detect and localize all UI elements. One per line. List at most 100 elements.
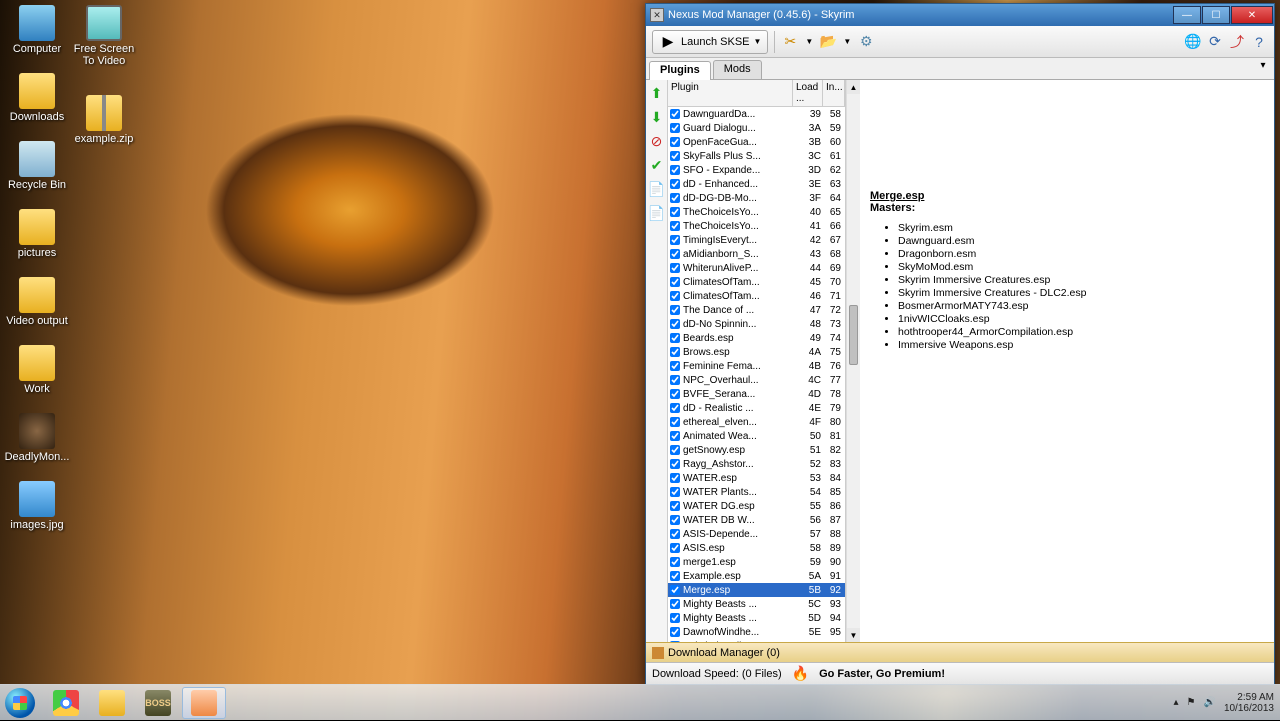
plugin-checkbox[interactable] <box>670 123 680 133</box>
plugin-checkbox[interactable] <box>670 613 680 623</box>
plugin-checkbox[interactable] <box>670 235 680 245</box>
plugin-checkbox[interactable] <box>670 431 680 441</box>
plugin-checkbox[interactable] <box>670 109 680 119</box>
globe-icon[interactable]: 🌐 <box>1184 33 1202 51</box>
tray-expand-icon[interactable]: ▴ <box>1173 697 1178 708</box>
plugin-row[interactable]: SFO - Expande...3D62 <box>668 163 845 177</box>
status-premium[interactable]: Go Faster, Go Premium! <box>819 668 945 680</box>
plugin-checkbox[interactable] <box>670 375 680 385</box>
move-down-icon[interactable]: ⬇ <box>648 108 666 126</box>
plugin-checkbox[interactable] <box>670 263 680 273</box>
export-icon[interactable]: 📄 <box>648 180 666 198</box>
tab-mods[interactable]: Mods <box>713 60 762 79</box>
plugin-row[interactable]: BVFE_Serana...4D78 <box>668 387 845 401</box>
desktop-icon[interactable]: Work <box>5 345 69 395</box>
plugin-checkbox[interactable] <box>670 501 680 511</box>
plugin-checkbox[interactable] <box>670 277 680 287</box>
import-icon[interactable]: 📄 <box>648 204 666 222</box>
plugin-checkbox[interactable] <box>670 319 680 329</box>
plugin-row[interactable]: Feminine Fema...4B76 <box>668 359 845 373</box>
desktop-icon[interactable]: Video output <box>5 277 69 327</box>
tools-icon[interactable]: ✂ <box>781 33 799 51</box>
plugin-checkbox[interactable] <box>670 557 680 567</box>
plugin-checkbox[interactable] <box>670 599 680 609</box>
plugin-row[interactable]: DawnguardDa...3958 <box>668 107 845 121</box>
plugin-checkbox[interactable] <box>670 221 680 231</box>
plugin-row[interactable]: getSnowy.esp5182 <box>668 443 845 457</box>
plugin-row[interactable]: ASIS-Depende...5788 <box>668 527 845 541</box>
plugin-row[interactable]: ASIS.esp5889 <box>668 541 845 555</box>
plugin-row[interactable]: Mighty Beasts ...5D94 <box>668 611 845 625</box>
desktop-icon[interactable]: images.jpg <box>5 481 69 531</box>
plugin-checkbox[interactable] <box>670 347 680 357</box>
plugin-checkbox[interactable] <box>670 487 680 497</box>
maximize-button[interactable]: ☐ <box>1202 6 1230 24</box>
start-button[interactable] <box>0 685 40 721</box>
chevron-down-icon[interactable]: ▼ <box>805 37 813 46</box>
plugin-checkbox[interactable] <box>670 571 680 581</box>
plugin-row[interactable]: Mighty Beasts ...5C93 <box>668 597 845 611</box>
plugin-row[interactable]: TheChoiceIsYo...4065 <box>668 205 845 219</box>
launch-button[interactable]: ▶ Launch SKSE ▼ <box>652 30 768 54</box>
desktop-icon[interactable]: Free Screen To Video <box>72 5 136 67</box>
plugin-checkbox[interactable] <box>670 403 680 413</box>
plugin-row[interactable]: ethereal_elven...4F80 <box>668 415 845 429</box>
plugin-checkbox[interactable] <box>670 515 680 525</box>
plugin-checkbox[interactable] <box>670 627 680 637</box>
plugin-row[interactable]: dD-DG-DB-Mo...3F64 <box>668 191 845 205</box>
col-index[interactable]: In... <box>823 80 845 106</box>
plugin-row[interactable]: dD-No Spinnin...4873 <box>668 317 845 331</box>
taskbar-boss[interactable]: BOSS <box>136 687 180 719</box>
plugin-row[interactable]: WATER DB W...5687 <box>668 513 845 527</box>
plugin-checkbox[interactable] <box>670 151 680 161</box>
tray-flag-icon[interactable]: ⚑ <box>1187 697 1196 708</box>
plugin-row[interactable]: ClimatesOfTam...4570 <box>668 275 845 289</box>
plugin-row[interactable]: OpenFaceGua...3B60 <box>668 135 845 149</box>
plugin-row[interactable]: NPC_Overhaul...4C77 <box>668 373 845 387</box>
plugin-row[interactable]: WhiterunAliveP...4469 <box>668 261 845 275</box>
plugin-row[interactable]: TheChoiceIsYo...4166 <box>668 219 845 233</box>
plugin-scrollbar[interactable]: ▲ ▼ <box>846 80 860 642</box>
plugin-row[interactable]: WATER DG.esp5586 <box>668 499 845 513</box>
desktop-icon[interactable]: Computer <box>5 5 69 55</box>
folder-open-icon[interactable]: 📂 <box>819 33 837 51</box>
col-plugin[interactable]: Plugin <box>668 80 793 106</box>
plugin-row[interactable]: Guard Dialogu...3A59 <box>668 121 845 135</box>
plugin-checkbox[interactable] <box>670 305 680 315</box>
minimize-button[interactable]: — <box>1173 6 1201 24</box>
plugin-row[interactable]: merge1.esp5990 <box>668 555 845 569</box>
plugin-checkbox[interactable] <box>670 473 680 483</box>
desktop-icon[interactable]: example.zip <box>72 95 136 145</box>
help-icon[interactable]: ? <box>1250 33 1268 51</box>
tray-clock[interactable]: 2:59 AM 10/16/2013 <box>1224 692 1274 714</box>
tray-volume-icon[interactable]: 🔊 <box>1203 697 1215 708</box>
plugin-row[interactable]: SkyFalls Plus S...3C61 <box>668 149 845 163</box>
plugin-checkbox[interactable] <box>670 137 680 147</box>
plugin-row[interactable]: dD - Realistic ...4E79 <box>668 401 845 415</box>
plugin-row[interactable]: The Dance of ...4772 <box>668 303 845 317</box>
plugin-checkbox[interactable] <box>670 207 680 217</box>
plugin-row[interactable]: Example.esp5A91 <box>668 569 845 583</box>
plugin-checkbox[interactable] <box>670 361 680 371</box>
tabs-dropdown[interactable]: ▾ <box>1255 60 1271 79</box>
plugin-row[interactable]: Brows.esp4A75 <box>668 345 845 359</box>
desktop-icon[interactable]: Downloads <box>5 73 69 123</box>
plugin-row[interactable]: Beards.esp4974 <box>668 331 845 345</box>
desktop-icon[interactable]: DeadlyMon... <box>5 413 69 463</box>
plugin-row[interactable]: DawnofWindhe...5E95 <box>668 625 845 639</box>
titlebar[interactable]: ✕ Nexus Mod Manager (0.45.6) - Skyrim — … <box>646 4 1274 26</box>
taskbar-nmm[interactable] <box>182 687 226 719</box>
gear-icon[interactable]: ⚙ <box>857 33 875 51</box>
taskbar-chrome[interactable] <box>44 687 88 719</box>
plugin-checkbox[interactable] <box>670 459 680 469</box>
plugin-row[interactable]: Rayg_Ashstor...5283 <box>668 457 845 471</box>
plugin-row[interactable]: aMidianborn_S...4368 <box>668 247 845 261</box>
download-manager-bar[interactable]: Download Manager (0) <box>646 642 1274 662</box>
move-up-icon[interactable]: ⬆ <box>648 84 666 102</box>
plugin-row[interactable]: Animated Wea...5081 <box>668 429 845 443</box>
plugin-row[interactable]: WATER.esp5384 <box>668 471 845 485</box>
plugin-checkbox[interactable] <box>670 165 680 175</box>
scroll-down-icon[interactable]: ▼ <box>847 628 860 642</box>
scroll-thumb[interactable] <box>849 305 858 365</box>
refresh-icon[interactable]: ⟳ <box>1206 33 1224 51</box>
